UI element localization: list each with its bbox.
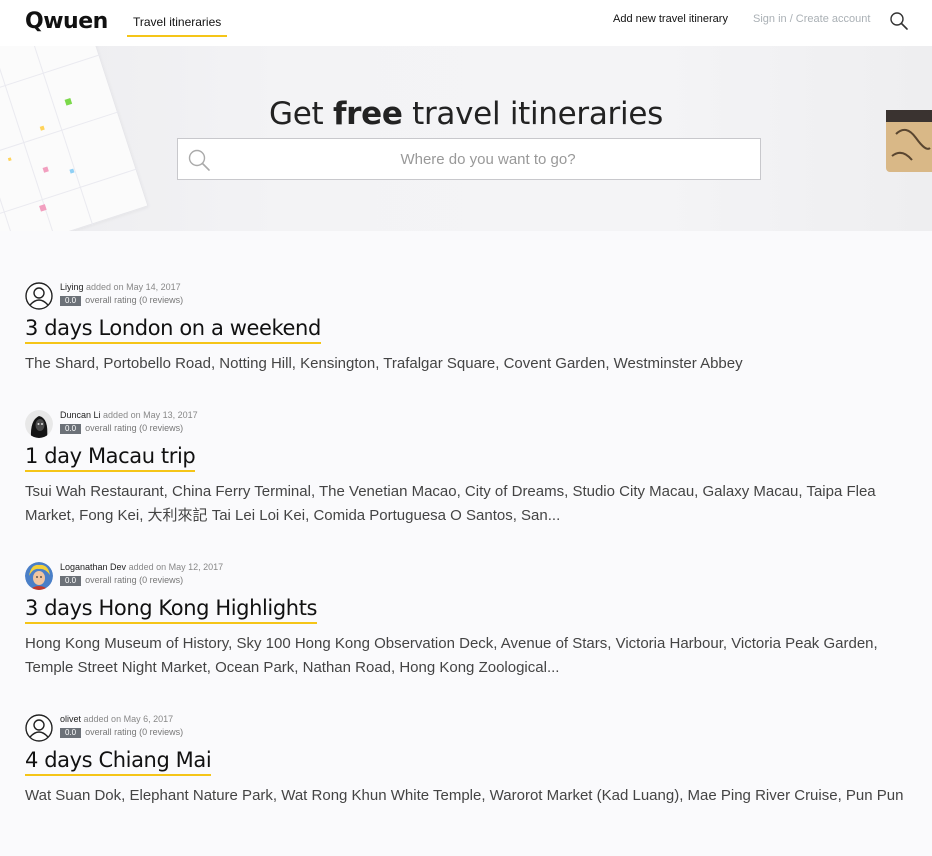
hero-banner: Get free travel itineraries [0,46,932,231]
author-name[interactable]: Loganathan Dev [60,562,126,572]
rating-badge: 0.0 [60,424,82,434]
search-icon[interactable] [889,11,909,31]
itinerary-places: The Shard, Portobello Road, Notting Hill… [25,355,743,372]
added-date: added on May 14, 2017 [86,282,181,292]
avatar[interactable] [25,282,53,310]
add-itinerary-link[interactable]: Add new travel itinerary [613,13,728,25]
itinerary-meta: olivet added on May 6, 2017 0.0 overall r… [25,714,905,742]
itinerary-meta: Loganathan Dev added on May 12, 2017 0.0… [25,562,905,590]
itinerary-title[interactable]: 1 day Macau trip [25,444,196,472]
map-image [0,46,149,231]
destination-search-box [177,138,761,180]
itinerary-places: Tsui Wah Restaurant, China Ferry Termina… [25,483,876,524]
rating-line: 0.0 overall rating (0 reviews) [60,575,183,586]
itinerary-places: Wat Suan Dok, Elephant Nature Park, Wat … [25,787,904,804]
itinerary-meta: Liying added on May 14, 2017 0.0 overall … [25,282,905,310]
author-name[interactable]: olivet [60,714,81,724]
rating-text: overall rating (0 reviews) [85,423,184,433]
added-date: added on May 6, 2017 [83,714,174,724]
avatar[interactable] [25,714,53,742]
rating-line: 0.0 overall rating (0 reviews) [60,423,183,434]
author-name[interactable]: Liying [60,282,84,292]
avatar[interactable] [25,410,53,438]
rating-text: overall rating (0 reviews) [85,295,184,305]
rating-badge: 0.0 [60,728,82,738]
list-item: Loganathan Dev added on May 12, 2017 0.0… [25,562,905,680]
itinerary-title[interactable]: 4 days Chiang Mai [25,748,212,776]
rating-line: 0.0 overall rating (0 reviews) [60,295,183,306]
search-icon [187,148,211,172]
tab-travel-itineraries[interactable]: Travel itineraries [127,0,228,37]
author-line: Loganathan Dev added on May 12, 2017 [60,562,223,572]
rating-badge: 0.0 [60,296,82,306]
itinerary-meta: Duncan Li added on May 13, 2017 0.0 overa… [25,410,905,438]
added-date: added on May 13, 2017 [103,410,198,420]
author-name[interactable]: Duncan Li [60,410,101,420]
list-item: olivet added on May 6, 2017 0.0 overall r… [25,714,905,808]
rating-text: overall rating (0 reviews) [85,727,184,737]
top-navigation-bar: Qwuen Travel itineraries Add new travel … [0,0,932,46]
avatar[interactable] [25,562,53,590]
rating-text: overall rating (0 reviews) [85,575,184,585]
itinerary-title[interactable]: 3 days Hong Kong Highlights [25,596,317,624]
itinerary-places: Hong Kong Museum of History, Sky 100 Hon… [25,635,878,676]
author-line: olivet added on May 6, 2017 [60,714,173,724]
hero-title: Get free travel itineraries [269,96,663,132]
list-item: Duncan Li added on May 13, 2017 0.0 overa… [25,410,905,528]
site-logo[interactable]: Qwuen [25,9,108,34]
rating-line: 0.0 overall rating (0 reviews) [60,727,183,738]
added-date: added on May 12, 2017 [128,562,224,572]
itinerary-title[interactable]: 3 days London on a weekend [25,316,321,344]
sign-in-link[interactable]: Sign in / Create account [753,13,870,25]
author-line: Duncan Li added on May 13, 2017 [60,410,198,420]
author-line: Liying added on May 14, 2017 [60,282,181,292]
list-item: Liying added on May 14, 2017 0.0 overall … [25,282,905,376]
rating-badge: 0.0 [60,576,82,586]
destination-search-input[interactable] [218,139,758,179]
